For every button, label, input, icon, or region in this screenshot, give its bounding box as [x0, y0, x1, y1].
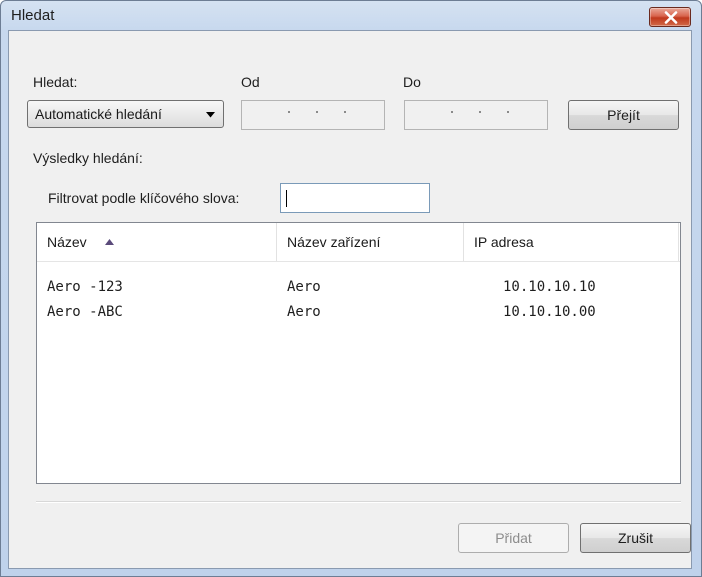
table-row[interactable]: Aero -ABC Aero 10.10.10.00	[37, 301, 680, 325]
column-header-device-name[interactable]: Název zařízení	[277, 223, 463, 261]
column-header-name-label: Název	[47, 234, 87, 250]
go-button[interactable]: Přejít	[568, 100, 679, 130]
list-header: Název Název zařízení IP adresa	[37, 223, 680, 262]
column-header-device-name-label: Název zařízení	[287, 234, 381, 250]
filter-label: Filtrovat podle klíčového slova:	[48, 190, 240, 206]
from-ip-field[interactable]	[241, 100, 385, 130]
from-label: Od	[241, 74, 260, 90]
cell-ip-address: 10.10.10.00	[503, 304, 596, 320]
results-list[interactable]: Název Název zařízení IP adresa Aero -123…	[36, 222, 681, 484]
to-label: Do	[403, 74, 421, 90]
cell-device-name: Aero	[287, 304, 321, 320]
sort-ascending-icon	[105, 239, 114, 245]
column-header-ip-address[interactable]: IP adresa	[464, 223, 678, 261]
search-mode-select[interactable]: Automatické hledání	[27, 100, 224, 128]
to-ip-field[interactable]	[404, 100, 548, 130]
column-header-name[interactable]: Název	[37, 223, 276, 261]
window-title: Hledat	[11, 7, 55, 24]
close-icon	[664, 11, 678, 24]
title-bar[interactable]: Hledat	[1, 1, 701, 31]
close-button[interactable]	[649, 7, 691, 27]
table-row[interactable]: Aero -123 Aero 10.10.10.10	[37, 276, 680, 300]
filter-keyword-input[interactable]	[280, 183, 430, 213]
cell-name: Aero -ABC	[47, 304, 123, 320]
cell-device-name: Aero	[287, 279, 321, 295]
add-button[interactable]: Přidat	[458, 523, 569, 553]
footer-divider-highlight	[36, 502, 681, 503]
cell-name: Aero -123	[47, 279, 123, 295]
text-caret	[286, 190, 287, 207]
search-mode-label: Hledat:	[33, 74, 78, 90]
cancel-button[interactable]: Zrušit	[580, 523, 691, 553]
search-mode-value: Automatické hledání	[35, 106, 162, 122]
cell-ip-address: 10.10.10.10	[503, 279, 596, 295]
results-label: Výsledky hledání:	[33, 150, 143, 166]
column-header-ip-address-label: IP adresa	[474, 234, 534, 250]
chevron-down-icon	[206, 112, 215, 118]
